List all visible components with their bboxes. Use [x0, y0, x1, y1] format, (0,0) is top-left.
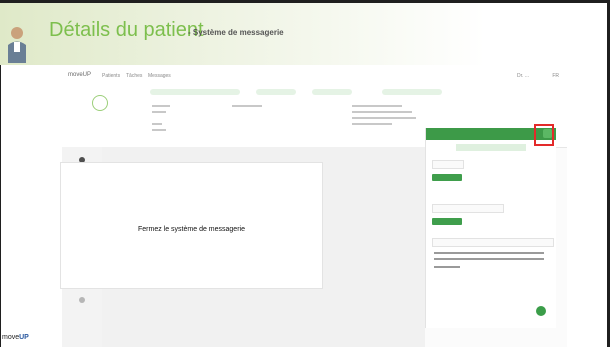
patient-avatar — [92, 95, 108, 111]
messaging-panel — [425, 128, 556, 328]
messaging-button[interactable] — [432, 174, 462, 181]
doctor-icon — [8, 27, 26, 63]
blurred-text — [152, 129, 166, 131]
page-subtitle: - Système de messagerie — [188, 28, 284, 37]
app-brand: moveUP — [68, 72, 92, 78]
messaging-select[interactable] — [432, 204, 504, 213]
app-user[interactable]: Dr. ... — [517, 73, 529, 79]
sidebar-item[interactable] — [71, 297, 93, 305]
slide-header: Détails du patient - Système de messager… — [0, 3, 607, 65]
messaging-input[interactable] — [432, 238, 554, 247]
app-lang[interactable]: FR — [552, 73, 559, 79]
messaging-toolbar — [434, 258, 544, 260]
blurred-text — [352, 105, 402, 107]
messaging-tab[interactable] — [456, 144, 526, 151]
summary-pill — [256, 89, 296, 95]
blurred-text — [152, 123, 162, 125]
messaging-fab-button[interactable] — [536, 306, 546, 316]
summary-pill — [312, 89, 352, 95]
messaging-toolbar — [434, 266, 460, 268]
blurred-text — [232, 105, 262, 107]
messaging-button[interactable] — [432, 218, 462, 225]
blurred-text — [152, 105, 170, 107]
brand-logo: moveUP — [2, 334, 29, 341]
blurred-text — [352, 123, 392, 125]
page-title: Détails du patient — [49, 19, 204, 41]
instruction-text: Fermez le système de messagerie — [138, 226, 245, 233]
close-button-highlight — [534, 124, 554, 146]
blurred-text — [352, 117, 416, 119]
app-topnav: moveUP Patients Tâches Messages Dr. ... … — [62, 65, 567, 88]
messaging-select[interactable] — [432, 160, 464, 169]
blurred-text — [352, 111, 412, 113]
sidebar-icon — [79, 297, 85, 303]
brand-prefix: move — [2, 334, 20, 341]
nav-messages[interactable]: Messages — [148, 73, 171, 79]
messaging-toolbar — [434, 252, 544, 254]
blurred-text — [152, 111, 166, 113]
brand-suffix: UP — [19, 334, 29, 341]
summary-pill — [150, 89, 240, 95]
instruction-box: Fermez le système de messagerie — [60, 162, 323, 289]
nav-tasks[interactable]: Tâches — [126, 73, 142, 79]
summary-pill — [382, 89, 442, 95]
nav-patients[interactable]: Patients — [102, 73, 120, 79]
